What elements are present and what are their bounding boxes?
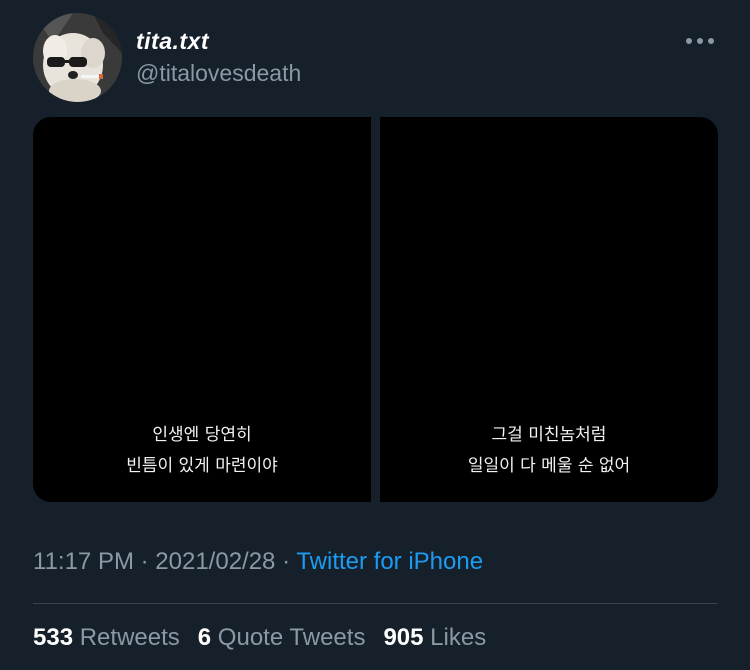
separator: · [275, 548, 297, 575]
quote-tweets-count: 6 [197, 624, 212, 651]
separator: · [133, 548, 156, 575]
likes-label: Likes [430, 624, 487, 651]
media-image-2[interactable]: 그걸 미친놈처럼 일일이 다 메울 순 없어 [380, 117, 718, 502]
likes-stat[interactable]: 905 Likes [383, 624, 486, 652]
user-handle[interactable]: @titalovesdeath [136, 60, 301, 87]
tweet-time[interactable]: 11:17 PM [33, 548, 134, 575]
display-name[interactable]: tita.txt [136, 28, 209, 55]
likes-count: 905 [383, 624, 424, 651]
media-image-1[interactable]: 인생엔 당연히 빈틈이 있게 마련이야 [33, 117, 371, 502]
dog-with-sunglasses-avatar-icon [33, 13, 122, 102]
caption-line: 빈틈이 있게 마련이야 [126, 456, 278, 476]
avatar[interactable] [33, 13, 122, 102]
quote-tweets-stat[interactable]: 6 Quote Tweets [198, 624, 366, 652]
retweets-label: Retweets [79, 624, 180, 651]
retweets-stat[interactable]: 533 Retweets [33, 624, 180, 652]
retweets-count: 533 [33, 624, 74, 651]
media-caption: 인생엔 당연히 빈틈이 있게 마련이야 [33, 420, 371, 482]
media-caption: 그걸 미친놈처럼 일일이 다 메울 순 없어 [380, 420, 718, 482]
caption-line: 일일이 다 메울 순 없어 [467, 456, 631, 476]
tweet-source-link[interactable]: Twitter for iPhone [296, 548, 483, 575]
media-grid: 인생엔 당연히 빈틈이 있게 마련이야 그걸 미친놈처럼 일일이 다 메울 순 … [33, 117, 718, 502]
engagement-stats: 533 Retweets 6 Quote Tweets 905 Likes [33, 624, 504, 652]
caption-line: 그걸 미친놈처럼 [491, 425, 607, 445]
tweet-date[interactable]: 2021/02/28 [155, 548, 275, 575]
more-options-button[interactable] [680, 28, 720, 54]
caption-line: 인생엔 당연히 [152, 425, 252, 445]
tweet-metadata: 11:17 PM · 2021/02/28 · Twitter for iPho… [33, 548, 483, 576]
divider [33, 603, 718, 604]
more-dots-icon [686, 38, 714, 44]
quote-tweets-label: Quote Tweets [217, 624, 366, 651]
